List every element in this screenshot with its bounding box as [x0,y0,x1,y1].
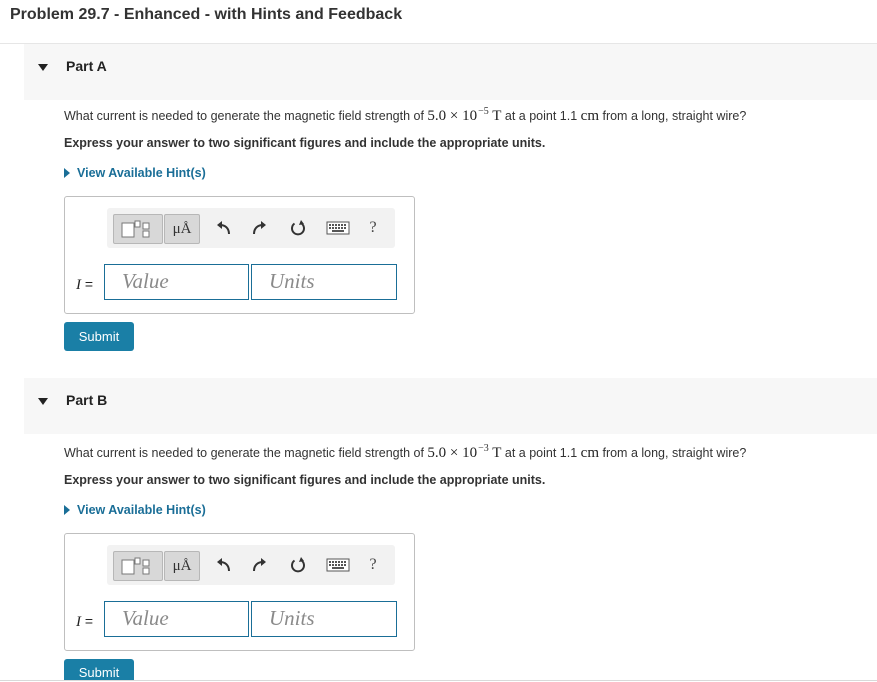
part-a-header[interactable]: Part A [24,44,877,100]
hint-caret-icon [64,505,70,515]
redo-icon [253,221,266,235]
undo-button[interactable] [211,214,237,242]
keyboard-icon [326,558,350,572]
reset-icon [291,220,305,236]
undo-icon [217,558,230,572]
part-b-question: What current is needed to generate the m… [64,443,747,462]
part-a-submit-button[interactable]: Submit [64,322,134,351]
question-text: from a long, straight wire? [599,446,747,460]
redo-button[interactable] [246,551,272,579]
reset-icon [291,557,305,573]
caret-down-icon [38,64,48,71]
keyboard-button[interactable] [320,214,356,242]
field-exponent: −3 [478,443,489,454]
undo-icon [217,221,230,235]
bottom-divider [0,680,877,681]
page-title: Problem 29.7 - Enhanced - with Hints and… [10,6,403,23]
equals-sign: = [81,613,94,629]
part-b-instruction: Express your answer to two significant f… [64,473,546,487]
equals-sign: = [81,276,94,292]
part-a-instruction: Express your answer to two significant f… [64,136,546,150]
redo-button[interactable] [246,214,272,242]
templates-button[interactable] [113,214,163,244]
distance-unit: cm [580,445,599,461]
question-text: What current is needed to generate the m… [64,109,428,123]
hint-link-label: View Available Hint(s) [77,166,206,180]
units-button[interactable]: μÅ [164,214,200,244]
hint-link-label: View Available Hint(s) [77,503,206,517]
part-a-answer-box: μÅ ? I = Value Units [64,196,415,314]
help-button[interactable]: ? [360,551,386,579]
keyboard-button[interactable] [320,551,356,579]
units-button[interactable]: μÅ [164,551,200,581]
field-coefficient: 5.0 × 10 [427,445,478,461]
undo-button[interactable] [211,551,237,579]
units-input[interactable]: Units [251,601,397,637]
templates-icon [121,220,150,238]
units-input[interactable]: Units [251,264,397,300]
distance-unit: cm [580,108,599,124]
field-coefficient: 5.0 × 10 [427,108,478,124]
part-b-submit-button[interactable]: Submit [64,659,134,681]
part-b-hint-link[interactable]: View Available Hint(s) [64,503,206,517]
variable-label: I = [76,276,93,294]
value-input[interactable]: Value [104,264,249,300]
redo-icon [253,558,266,572]
part-a-label: Part A [66,58,107,74]
math-toolbar: μÅ ? [107,208,395,248]
part-a-hint-link[interactable]: View Available Hint(s) [64,166,206,180]
hint-caret-icon [64,168,70,178]
reset-button[interactable] [285,551,311,579]
question-text: What current is needed to generate the m… [64,446,428,460]
field-exponent: −5 [478,106,489,117]
part-a-question: What current is needed to generate the m… [64,106,747,125]
part-b-answer-box: μÅ ? I = Value Units [64,533,415,651]
templates-icon [121,557,150,575]
caret-down-icon [38,398,48,405]
question-text: from a long, straight wire? [599,109,747,123]
help-button[interactable]: ? [360,214,386,242]
variable-label: I = [76,613,93,631]
part-b-label: Part B [66,392,108,408]
question-text: at a point 1.1 [501,446,581,460]
value-input[interactable]: Value [104,601,249,637]
math-toolbar: μÅ ? [107,545,395,585]
part-b-header[interactable]: Part B [24,378,877,434]
reset-button[interactable] [285,214,311,242]
question-text: at a point 1.1 [501,109,581,123]
title-bar: Problem 29.7 - Enhanced - with Hints and… [0,0,877,44]
templates-button[interactable] [113,551,163,581]
keyboard-icon [326,221,350,235]
